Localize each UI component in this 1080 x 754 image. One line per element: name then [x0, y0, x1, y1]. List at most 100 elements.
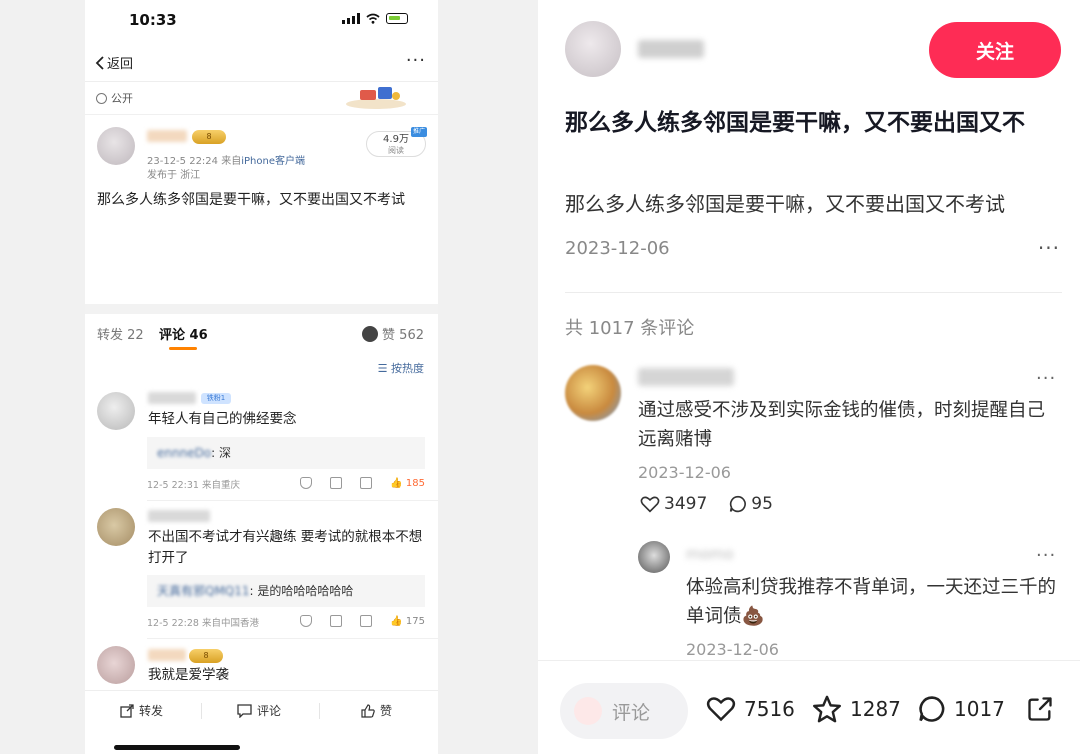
sort-by-hot-button[interactable]: ☰ 按热度: [378, 360, 424, 376]
author-avatar[interactable]: [565, 21, 621, 77]
repost-icon[interactable]: [330, 615, 343, 627]
bottom-comment-button[interactable]: 评论: [237, 702, 281, 719]
bottom-like-button[interactable]: 赞: [361, 702, 392, 719]
comment-text: 通过感受不涉及到实际金钱的催债，时刻提醒自己远离赌博: [638, 400, 1046, 450]
comments-count: 1017: [954, 697, 1005, 721]
reply-text: : 深: [211, 446, 232, 460]
post-title: 那么多人练多邻国是要干嘛，又不要出国又不: [565, 110, 1025, 136]
visibility-indicator: 公开: [96, 90, 133, 106]
screenshot-composite: 10:33 返回 ··· 公开 8 23-12-5 22:24 来自iPhone…: [0, 0, 1080, 754]
comment-bubble-icon: [919, 696, 945, 722]
read-count-label: 阅读: [388, 146, 404, 155]
reply-more-button[interactable]: ···: [1036, 545, 1056, 566]
favorite-count: 1287: [850, 697, 901, 721]
comment-reply-preview[interactable]: ennneDo: 深: [147, 437, 425, 469]
post-source[interactable]: iPhone客户端: [241, 156, 305, 167]
comment-avatar[interactable]: [565, 365, 621, 421]
back-button[interactable]: 返回: [95, 53, 133, 72]
share-icon: [1028, 697, 1052, 721]
reply-date: 2023-12-06: [686, 640, 779, 659]
post-meta: 23-12-5 22:24 来自iPhone客户端: [147, 152, 305, 167]
comment-author-blurred[interactable]: [148, 510, 210, 522]
comment-reply-count: 95: [751, 494, 773, 514]
bottom-like-label: 赞: [380, 704, 393, 718]
comment-avatar[interactable]: [97, 392, 135, 430]
comment-avatar[interactable]: [97, 508, 135, 546]
follow-button[interactable]: 关注: [929, 22, 1061, 78]
home-indicator: [114, 745, 240, 750]
reply-text: 体验高利贷我推荐不背单词，一天还过三千的单词债💩: [686, 577, 1057, 627]
sort-label: 按热度: [391, 362, 424, 375]
share-button[interactable]: [1026, 695, 1054, 723]
comment-icon[interactable]: [360, 615, 373, 627]
comment-footer: 12-5 22:31 来自重庆 👍 185: [147, 477, 425, 493]
decoration-sticker-icon: [346, 87, 406, 109]
comment-meta: 12-5 22:28 来自中国香港: [147, 618, 259, 629]
douyin-detail-panel: 关注 那么多人练多邻国是要干嘛，又不要出国又不 那么多人练多邻国是要干嘛，又不要…: [538, 0, 1080, 754]
comment-text: 不出国不考试才有兴趣练 要考试的就根本不想打开了: [148, 529, 423, 566]
star-icon: [813, 695, 842, 723]
comment-icon[interactable]: [360, 477, 373, 489]
heart-icon: [706, 697, 736, 722]
tab-reposts[interactable]: 转发 22: [97, 324, 144, 343]
active-tab-indicator: [169, 347, 197, 350]
read-count: 4.9万: [383, 134, 409, 145]
heart-icon: [640, 496, 660, 513]
douyin-bottom-bar: 评论 7516 1287 1017: [538, 660, 1080, 754]
favorite-button[interactable]: 1287: [812, 695, 901, 723]
comment-like-button[interactable]: 👍 175: [390, 616, 425, 627]
author-name-blurred[interactable]: [147, 130, 187, 142]
comment-author-blurred[interactable]: [638, 368, 734, 386]
tab-likes[interactable]: 赞 562: [362, 324, 424, 343]
comment-input[interactable]: 评论: [560, 683, 688, 739]
comment-bubble-icon: [730, 495, 747, 513]
vip-badge: 8: [192, 130, 226, 144]
author-name-blurred[interactable]: [638, 40, 704, 58]
comment-like-count: 185: [405, 477, 425, 489]
visibility-label: 公开: [111, 92, 133, 105]
comment-author-blurred[interactable]: [148, 392, 196, 404]
comment-more-button[interactable]: ···: [1036, 368, 1056, 389]
repost-icon[interactable]: [330, 477, 343, 489]
post-text: 那么多人练多邻国是要干嘛，又不要出国又不考试: [97, 192, 405, 208]
vip-badge: 8: [189, 649, 223, 663]
bottom-repost-label: 转发: [139, 704, 164, 718]
comment-like-count: 3497: [664, 494, 708, 514]
comment-date: 2023-12-06: [638, 463, 731, 482]
shield-icon[interactable]: [300, 615, 313, 627]
comment-count: 共 1017 条评论: [565, 318, 695, 339]
chevron-left-icon: [95, 55, 104, 70]
tab-comments[interactable]: 评论 46: [159, 324, 208, 343]
comment-like-count: 175: [405, 615, 425, 627]
fan-badge: 铁粉1: [201, 393, 231, 404]
shield-icon[interactable]: [300, 477, 313, 489]
reply-author: ennneDo: [157, 446, 212, 460]
nav-bar: 返回 ···: [85, 44, 438, 82]
author-avatar[interactable]: [97, 127, 135, 165]
weibo-phone-screen: 10:33 返回 ··· 公开 8 23-12-5 22:24 来自iPhone…: [85, 0, 438, 754]
reply-author-blurred[interactable]: momo: [686, 545, 748, 563]
comments-button[interactable]: 1017: [918, 695, 1005, 723]
post-more-button[interactable]: ···: [1038, 236, 1060, 260]
reply-avatar[interactable]: [638, 541, 670, 573]
comment-reply-button[interactable]: 95: [729, 494, 773, 514]
post-source-prefix: 来自: [221, 156, 242, 167]
reply-text: : 是的哈哈哈哈哈哈: [249, 584, 354, 598]
bottom-repost-button[interactable]: 转发: [120, 702, 163, 719]
comment-reply-preview[interactable]: 天真有邪QMQ11: 是的哈哈哈哈哈哈: [147, 575, 425, 607]
comment-avatar[interactable]: [97, 646, 135, 684]
thumb-up-icon: [361, 703, 375, 718]
repost-icon: [120, 703, 134, 718]
promo-badge[interactable]: 推广: [411, 127, 427, 137]
bottom-comment-label: 评论: [257, 704, 282, 718]
user-avatar: [574, 697, 602, 725]
comment-author-blurred[interactable]: [148, 649, 186, 661]
status-time: 10:33: [129, 11, 177, 29]
comment-stats: 3497 95: [640, 494, 773, 514]
like-button[interactable]: 7516: [706, 695, 795, 722]
more-menu-button[interactable]: ···: [406, 50, 426, 71]
comment-like-button[interactable]: 👍 185: [390, 478, 425, 489]
comment-like-button[interactable]: 3497: [640, 494, 707, 514]
tab-likes-label: 赞 562: [382, 328, 424, 343]
like-count: 7516: [744, 696, 795, 721]
